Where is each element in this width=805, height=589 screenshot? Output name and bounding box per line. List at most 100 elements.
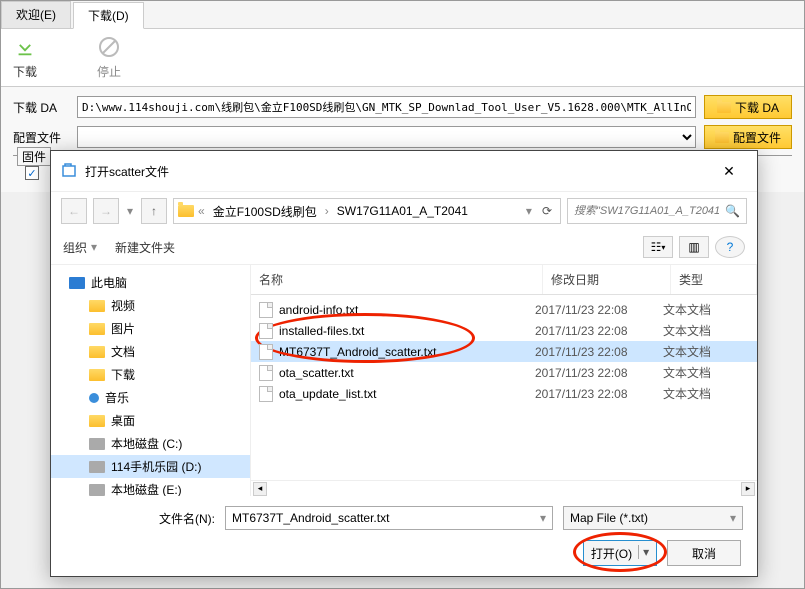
da-path-input[interactable] [77,96,696,118]
file-type-filter[interactable]: Map File (*.txt) ▾ [563,506,743,530]
dialog-title: 打开scatter文件 [85,163,711,180]
tree-item[interactable]: 桌面 [51,409,250,432]
file-date: 2017/11/23 22:08 [535,345,663,359]
folder-icon [717,102,731,113]
file-date: 2017/11/23 22:08 [535,303,663,317]
recent-locations-dropdown[interactable]: ▾ [125,204,135,218]
file-name: MT6737T_Android_scatter.txt [279,345,535,359]
column-type[interactable]: 类型 [671,265,757,294]
open-button[interactable]: 打开(O) ▾ [583,540,657,566]
file-name: ota_scatter.txt [279,366,535,380]
cancel-button[interactable]: 取消 [667,540,741,566]
help-button[interactable]: ? [715,236,745,258]
chevron-down-icon: ▾ [730,511,736,525]
cfg-label: 配置文件 [13,129,69,146]
dialog-icon [61,163,77,179]
file-open-dialog: 打开scatter文件 ✕ ← → ▾ ↑ « 金立F100SD线刷包 › SW… [50,150,758,577]
file-row[interactable]: ota_update_list.txt2017/11/23 22:08文本文档 [251,383,757,404]
horizontal-scrollbar[interactable]: ◂ ▸ [251,480,757,496]
chevron-down-icon[interactable]: ▾ [540,511,546,525]
file-type: 文本文档 [663,322,749,339]
file-date: 2017/11/23 22:08 [535,366,663,380]
tab-download[interactable]: 下载(D) [73,2,144,29]
tree-item[interactable]: 本地磁盘 (E:) [51,478,250,496]
tree-item-label: 桌面 [111,412,135,429]
file-row[interactable]: ota_scatter.txt2017/11/23 22:08文本文档 [251,362,757,383]
tree-item-label: 本地磁盘 (E:) [111,481,182,496]
main-tabs: 欢迎(E) 下载(D) [1,1,804,29]
file-icon [259,344,273,360]
file-list: 名称 修改日期 类型 android-info.txt2017/11/23 22… [251,265,757,496]
column-date[interactable]: 修改日期 [543,265,671,294]
file-type: 文本文档 [663,343,749,360]
view-mode-button[interactable]: ☷ ▾ [643,236,673,258]
file-type: 文本文档 [663,301,749,318]
preview-pane-button[interactable]: ▥ [679,236,709,258]
folder-tree[interactable]: 此电脑视频图片文档下载音乐桌面本地磁盘 (C:) 114手机乐园 (D:) 本地磁盘… [51,265,251,496]
column-name[interactable]: 名称 [251,265,543,294]
chevron-down-icon[interactable]: ▾ [638,545,649,559]
nav-forward-button[interactable]: → [93,198,119,224]
tree-item[interactable]: 此电脑 [51,271,250,294]
tree-item-label: 音乐 [105,389,129,406]
filename-input[interactable]: MT6737T_Android_scatter.txt ▾ [225,506,553,530]
breadcrumb-item[interactable]: 金立F100SD线刷包 [209,203,321,220]
new-folder-button[interactable]: 新建文件夹 [115,239,175,256]
close-button[interactable]: ✕ [711,159,747,183]
scroll-left-icon[interactable]: ◂ [253,482,267,496]
breadcrumb[interactable]: « 金立F100SD线刷包 › SW17G11A01_A_T2041 ▾ ⟳ [173,198,561,224]
nav-up-button[interactable]: ↑ [141,198,167,224]
stop-button[interactable]: 停止 [97,35,121,80]
da-label: 下载 DA [13,99,69,116]
scroll-right-icon[interactable]: ▸ [741,482,755,496]
file-name: installed-files.txt [279,324,535,338]
cfg-select[interactable] [77,126,696,148]
music-icon [89,393,99,403]
tree-item-label: 本地磁盘 (C:) [111,435,182,452]
file-type: 文本文档 [663,364,749,381]
tab-welcome[interactable]: 欢迎(E) [1,1,71,28]
refresh-icon[interactable]: ⟳ [538,204,556,218]
tree-item[interactable]: 下载 [51,363,250,386]
list-header: 名称 修改日期 类型 [251,265,757,295]
folder-icon [715,132,729,143]
search-box[interactable]: 🔍 [567,198,747,224]
tree-item[interactable]: 图片 [51,317,250,340]
tree-item[interactable]: 音乐 [51,386,250,409]
tree-item-label: 图片 [111,320,135,337]
file-row[interactable]: MT6737T_Android_scatter.txt2017/11/23 22… [251,341,757,362]
dialog-footer: 文件名(N): MT6737T_Android_scatter.txt ▾ Ma… [51,496,757,576]
da-browse-button[interactable]: 下载 DA [704,95,792,119]
drive-icon [89,438,105,450]
tree-item-label: 文档 [111,343,135,360]
file-date: 2017/11/23 22:08 [535,324,663,338]
chevron-down-icon[interactable]: ▾ [522,204,536,218]
file-icon [259,386,273,402]
toolbar: 下载 停止 [1,29,804,87]
tree-item-label: 114手机乐园 (D:) [111,458,201,475]
tree-item-label: 下载 [111,366,135,383]
search-input[interactable] [574,205,719,217]
folder-icon [89,415,105,427]
tree-item[interactable]: 本地磁盘 (C:) [51,432,250,455]
file-icon [259,323,273,339]
firmware-label: 固件 [17,147,51,166]
file-name: ota_update_list.txt [279,387,535,401]
file-row[interactable]: installed-files.txt2017/11/23 22:08文本文档 [251,320,757,341]
organize-menu[interactable]: 组织▾ [63,239,97,256]
download-button[interactable]: 下载 [13,35,37,80]
tree-item[interactable]: 文档 [51,340,250,363]
nav-back-button[interactable]: ← [61,198,87,224]
dialog-titlebar: 打开scatter文件 ✕ [51,151,757,192]
tree-item[interactable]: 视频 [51,294,250,317]
file-icon [259,302,273,318]
breadcrumb-item[interactable]: SW17G11A01_A_T2041 [333,204,472,218]
folder-icon [89,346,105,358]
file-row[interactable]: android-info.txt2017/11/23 22:08文本文档 [251,299,757,320]
download-label: 下载 [13,63,37,80]
cfg-browse-button[interactable]: 配置文件 [704,125,792,149]
tree-item[interactable]: 114手机乐园 (D:) [51,455,250,478]
folder-icon [89,300,105,312]
drive-icon [89,484,105,496]
select-all-checkbox[interactable]: ✓ [25,166,39,180]
